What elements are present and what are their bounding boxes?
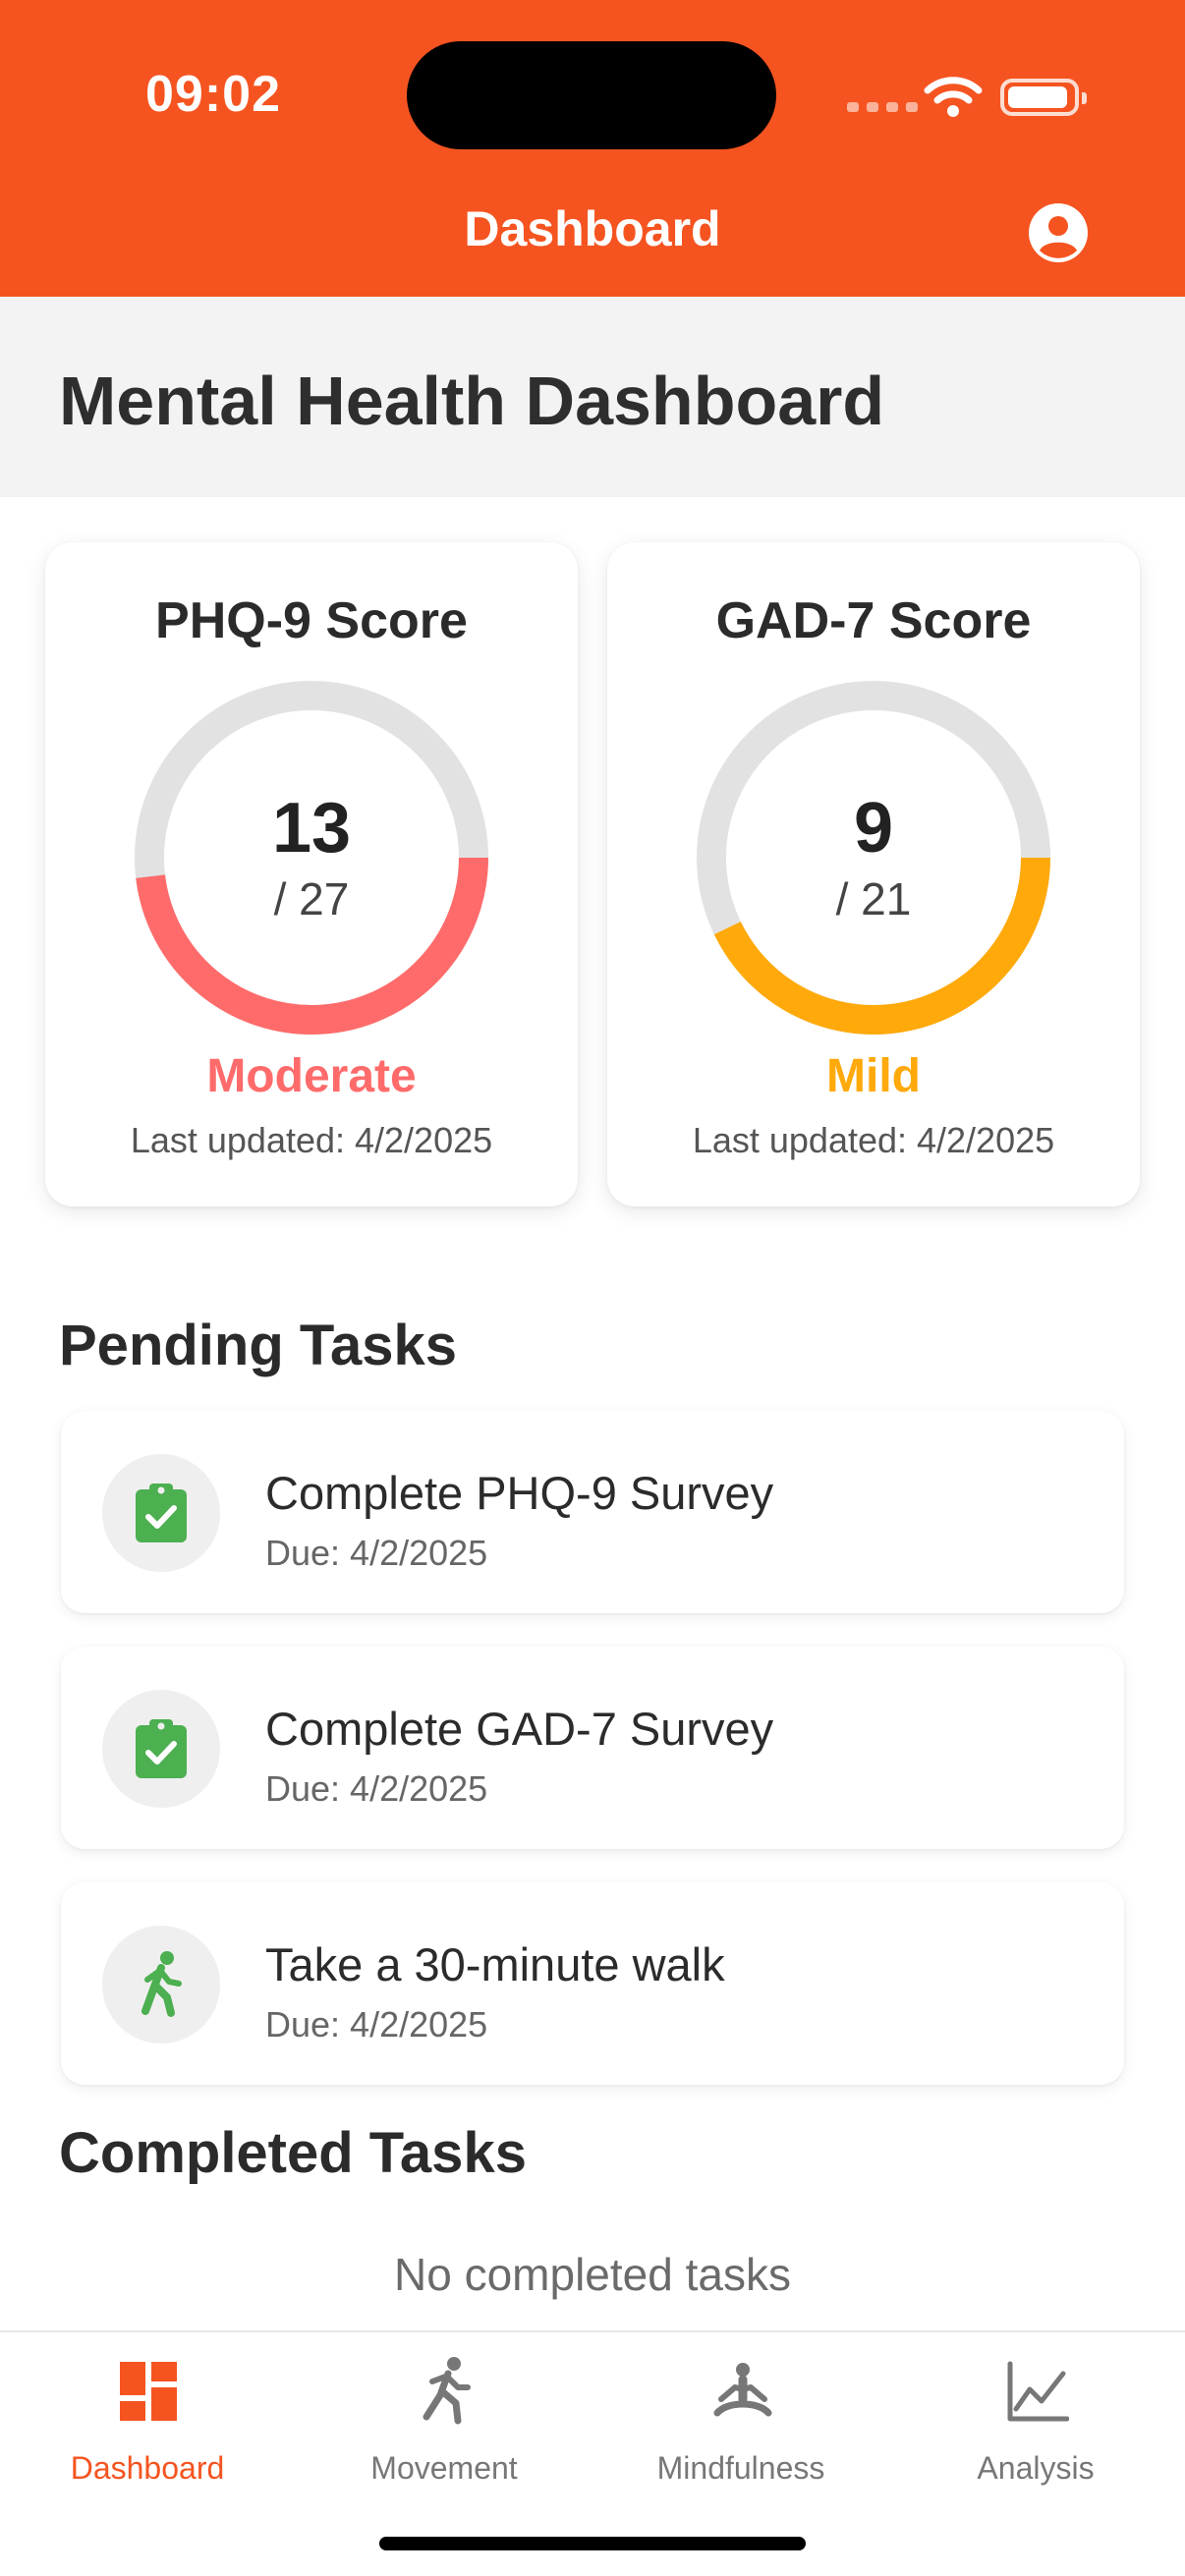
score-value: 13 <box>271 789 352 868</box>
task-title: Complete GAD-7 Survey <box>265 1703 774 1755</box>
tab-label: Mindfulness <box>656 2450 825 2486</box>
profile-icon[interactable] <box>1028 202 1089 263</box>
score-max: / 21 <box>835 873 912 924</box>
battery-icon <box>1000 79 1087 116</box>
task-title: Take a 30-minute walk <box>265 1938 725 1990</box>
tab-dashboard[interactable]: Dashboard <box>0 2356 295 2493</box>
task-due: Due: 4/2/2025 <box>265 1533 488 1573</box>
dashboard-icon <box>120 2362 177 2421</box>
task-item[interactable]: Complete PHQ-9 Survey Due: 4/2/2025 <box>61 1411 1124 1613</box>
task-due: Due: 4/2/2025 <box>265 2004 488 2044</box>
line-chart-icon <box>1007 2361 1069 2422</box>
phq9-score-card[interactable]: PHQ-9 Score 13 / 27 Moderate Last update… <box>45 542 578 1206</box>
task-item[interactable]: Take a 30-minute walk Due: 4/2/2025 <box>61 1882 1124 2085</box>
cellular-signal-icon <box>847 102 918 112</box>
clipboard-check-icon <box>136 1719 187 1778</box>
status-time: 09:02 <box>145 66 281 123</box>
score-title: PHQ-9 Score <box>155 592 468 649</box>
home-indicator <box>379 2537 806 2550</box>
severity-label: Moderate <box>206 1050 417 1102</box>
tab-label: Dashboard <box>70 2450 225 2486</box>
score-title: GAD-7 Score <box>715 592 1032 649</box>
tab-label: Movement <box>370 2450 518 2486</box>
gad7-score-card[interactable]: GAD-7 Score 9 / 21 Mild Last updated: 4/… <box>607 542 1140 1206</box>
tab-mindfulness[interactable]: Mindfulness <box>593 2356 888 2493</box>
clipboard-check-icon <box>136 1484 187 1542</box>
severity-label: Mild <box>826 1050 921 1102</box>
task-icon-bg <box>102 1690 220 1808</box>
meditation-icon <box>713 2363 772 2417</box>
score-value: 9 <box>853 789 894 868</box>
app-header: 09:02 Dashboard <box>0 0 1185 297</box>
task-title: Complete PHQ-9 Survey <box>265 1467 774 1519</box>
tab-label: Analysis <box>977 2450 1095 2486</box>
task-icon-bg <box>102 1454 220 1572</box>
score-max: / 27 <box>273 873 350 924</box>
page-title: Mental Health Dashboard <box>59 363 885 439</box>
completed-tasks-title: Completed Tasks <box>59 2121 527 2185</box>
last-updated: Last updated: 4/2/2025 <box>130 1120 493 1160</box>
task-due: Due: 4/2/2025 <box>265 1768 488 1809</box>
pending-tasks-title: Pending Tasks <box>59 1314 458 1377</box>
last-updated: Last updated: 4/2/2025 <box>692 1120 1055 1160</box>
tab-analysis[interactable]: Analysis <box>888 2356 1183 2493</box>
nav-title: Dashboard <box>464 201 721 256</box>
dynamic-island <box>407 41 776 149</box>
task-item[interactable]: Complete GAD-7 Survey Due: 4/2/2025 <box>61 1647 1124 1849</box>
empty-state-text: No completed tasks <box>394 2249 791 2300</box>
wifi-icon <box>924 77 983 117</box>
running-icon <box>423 2357 471 2425</box>
task-icon-bg <box>102 1926 220 2044</box>
tab-movement[interactable]: Movement <box>297 2356 592 2493</box>
walking-icon <box>141 1951 182 2017</box>
